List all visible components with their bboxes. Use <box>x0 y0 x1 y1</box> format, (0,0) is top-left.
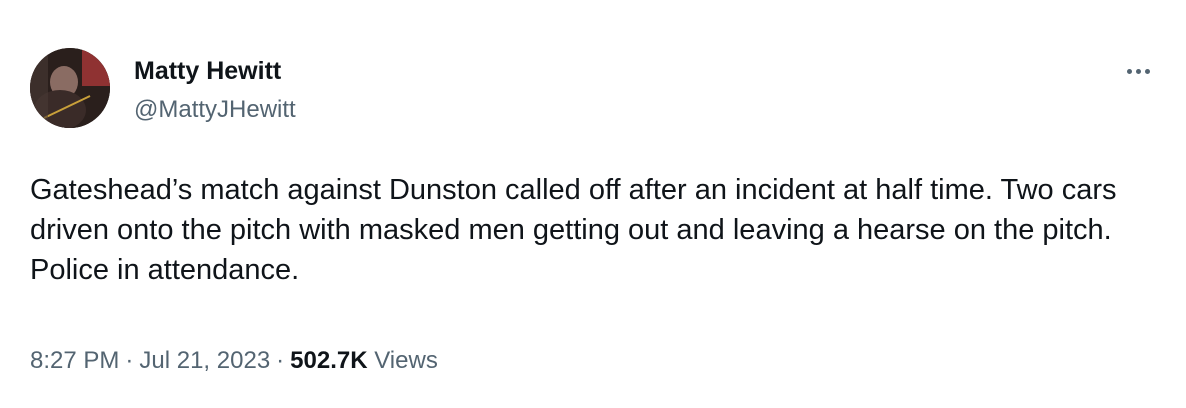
dot <box>1144 68 1150 74</box>
tweet-text: Gateshead’s match against Dunston called… <box>30 174 1117 286</box>
avatar-photo <box>30 48 110 128</box>
author-name[interactable]: Matty Hewitt <box>134 56 281 86</box>
separator: · <box>125 347 134 374</box>
tweet-meta: 8:27 PM · Jul 21, 2023 · 502.7K Views <box>30 344 438 378</box>
tweet-card: Matty Hewitt @MattyJHewitt Gateshead’s m… <box>0 0 1186 408</box>
views-count[interactable]: 502.7K <box>290 347 367 374</box>
avatar[interactable] <box>30 48 110 128</box>
dot <box>1126 68 1132 74</box>
more-options-icon[interactable] <box>1118 56 1158 86</box>
author-handle[interactable]: @MattyJHewitt <box>134 95 296 125</box>
dot <box>1135 68 1141 74</box>
views-label: Views <box>374 347 438 374</box>
separator: · <box>276 347 285 374</box>
tweet-time[interactable]: 8:27 PM <box>30 347 119 374</box>
tweet-date[interactable]: Jul 21, 2023 <box>139 347 270 374</box>
